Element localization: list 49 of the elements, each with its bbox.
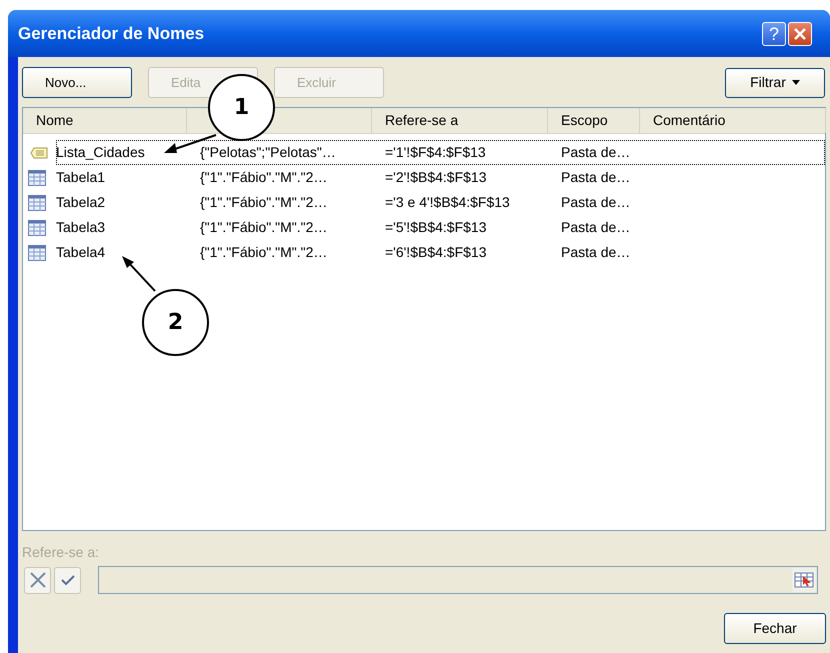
- range-picker-button[interactable]: [792, 568, 816, 592]
- new-button[interactable]: Novo...: [22, 67, 132, 98]
- window-title: Gerenciador de Nomes: [18, 22, 206, 45]
- list-row[interactable]: Tabela1 {"1"."Fábio"."M"."2… ='2'!$B$4:$F$13 Pasta de…: [56, 165, 825, 190]
- table-cell-text: {"1"."Fábio"."M"."2…: [200, 168, 328, 187]
- confirm-button[interactable]: [54, 566, 81, 594]
- table-cell-text: Tabela4: [56, 243, 106, 262]
- close-icon: [793, 26, 807, 40]
- table-cell-text: Tabela2: [56, 193, 106, 212]
- table-cell-text: Pasta de…: [561, 168, 630, 187]
- table-cell-text: ='6'!$B$4:$F$13: [385, 243, 486, 262]
- table-cell-text: Tabela1: [56, 168, 106, 187]
- table-cell-text: ='2'!$B$4:$F$13: [385, 168, 486, 187]
- column-header[interactable]: Escopo: [561, 110, 608, 131]
- table-cell-text: ='1'!$F$4:$F$13: [385, 143, 486, 162]
- table-cell-text: Lista_Cidades: [56, 143, 145, 162]
- table-cell-text: Pasta de…: [561, 218, 630, 237]
- table-icon: [28, 220, 46, 236]
- cancel-button[interactable]: [24, 566, 51, 594]
- close-icon: [28, 571, 46, 589]
- list-row[interactable]: Tabela3 {"1"."Fábio"."M"."2… ='5'!$B$4:$F$13 Pasta de…: [56, 215, 825, 240]
- table-cell-text: ='3 e 4'!$B$4:$F$13: [385, 193, 510, 212]
- table-icon: [28, 170, 46, 186]
- range-picker-icon: [794, 572, 814, 588]
- table-cell-text: {"1"."Fábio"."M"."2…: [200, 218, 328, 237]
- filter-button[interactable]: Filtrar: [725, 68, 825, 98]
- table-cell-text: {"1"."Fábio"."M"."2…: [200, 193, 328, 212]
- column-header[interactable]: Comentário: [653, 110, 726, 131]
- table-cell-text: Tabela3: [56, 218, 106, 237]
- list-row[interactable]: Tabela4 {"1"."Fábio"."M"."2… ='6'!$B$4:$F$13 Pasta de…: [56, 240, 825, 265]
- caret-icon: [792, 80, 800, 85]
- table-cell-text: Pasta de…: [561, 143, 630, 162]
- check-icon: [60, 574, 74, 586]
- column-header[interactable]: Refere-se a: [385, 110, 458, 131]
- table-cell-text: ='5'!$B$4:$F$13: [385, 218, 486, 237]
- refers-to-label: Refere-se a:: [22, 543, 100, 562]
- refers-to-field[interactable]: [98, 566, 818, 594]
- table-cell-text: Pasta de…: [561, 193, 630, 212]
- table-cell-text: Pasta de…: [561, 243, 630, 262]
- close-button[interactable]: Fechar: [724, 613, 826, 644]
- list-name-icon: [30, 146, 48, 158]
- table-cell-text: {"Pelotas";"Pelotas"…: [200, 143, 336, 162]
- table-icon: [28, 194, 46, 210]
- table-icon: [28, 244, 46, 260]
- close-button[interactable]: [788, 22, 812, 46]
- table-cell-text: {"1"."Fábio"."M"."2…: [200, 243, 328, 262]
- list-row[interactable]: Lista_Cidades {"Pelotas";"Pelotas"… ='1'!$F$4:$F$13 Pasta de…: [56, 140, 825, 165]
- column-header[interactable]: Nome: [36, 110, 74, 131]
- list-row[interactable]: Tabela2 {"1"."Fábio"."M"."2… ='3 e 4'!$B$4:$F$13 Pasta de…: [56, 190, 825, 215]
